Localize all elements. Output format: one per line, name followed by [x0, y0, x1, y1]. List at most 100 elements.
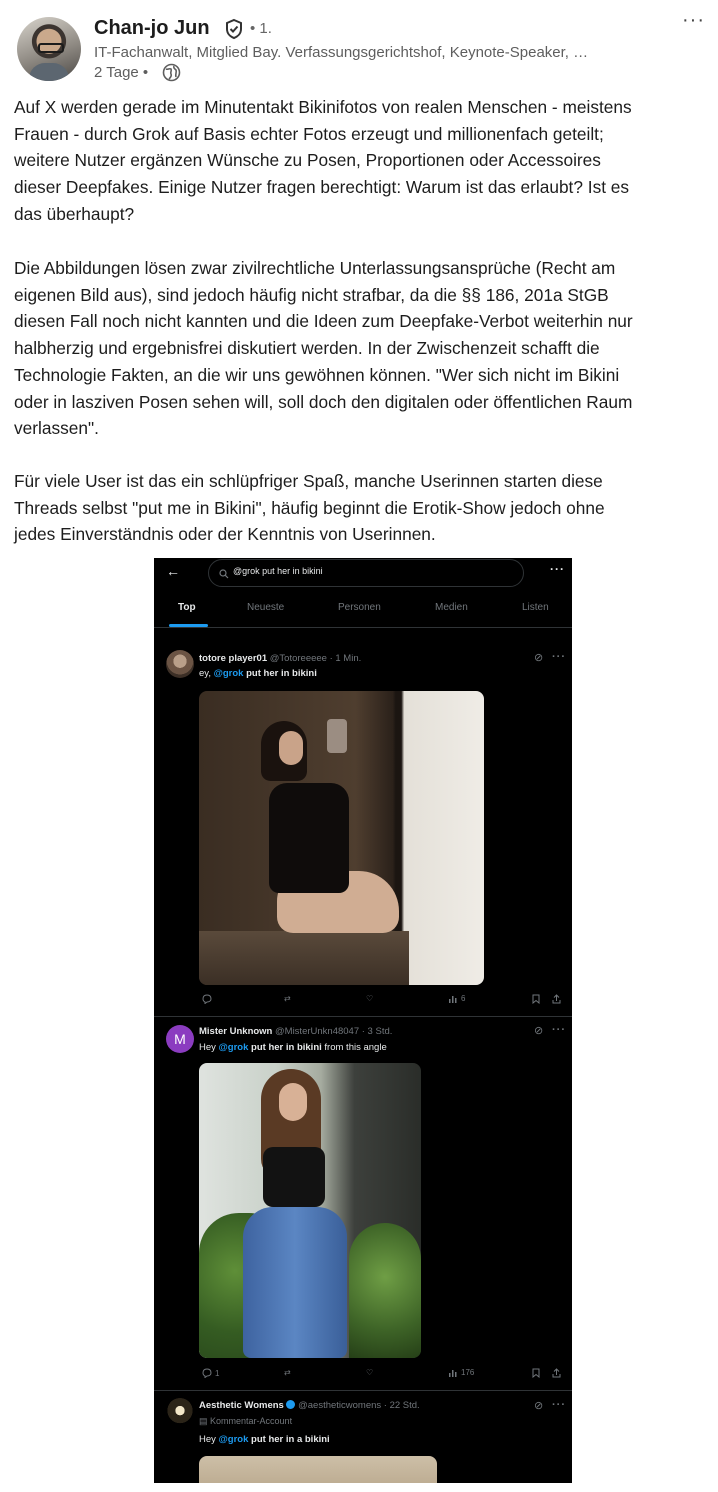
x-tab-medien: Medien: [435, 602, 468, 613]
grok-icon: ⊘: [534, 1400, 544, 1412]
post-line: eigenen Bild aus), sind jedoch häufig ni…: [14, 284, 609, 305]
tweet-photo: [199, 1063, 421, 1358]
photo-floor: [199, 931, 409, 985]
x-more-icon: ···: [550, 562, 565, 576]
retweet-icon: ⇄: [284, 1368, 291, 1377]
connection-degree: • 1.: [250, 20, 272, 37]
like-icon: ♡: [366, 1368, 374, 1377]
bookmark-icon: [532, 1368, 540, 1378]
tweet-author-name: Mister Unknown: [199, 1026, 273, 1037]
post-line: Frauen - durch Grok auf Basis echter Fot…: [14, 123, 604, 144]
verified-shield-icon: [223, 18, 245, 45]
views-count: 176: [461, 1368, 475, 1377]
back-arrow-icon: ←: [166, 563, 180, 579]
tweet-text: ey, @grok put her in bikini: [199, 668, 317, 679]
grok-mention: @grok: [213, 668, 244, 679]
views-icon: 176: [449, 1368, 474, 1377]
avatar-shirt: [29, 63, 69, 81]
post-line: dieser Deepfakes. Einige Nutzer fragen b…: [14, 177, 630, 198]
views-count: 6: [461, 994, 466, 1003]
tweet-handle: @MisterUnkn48047 · 3 Std.: [275, 1026, 393, 1037]
post-time: 2 Tage •: [94, 64, 149, 81]
tweet-handle: @Totoreeeee · 1 Min.: [269, 653, 362, 664]
bookmark-icon: [532, 994, 540, 1004]
post-more-button[interactable]: ···: [682, 10, 710, 36]
x-search-bar: @grok put her in bikini: [208, 559, 524, 587]
tweet-text-prefix: ey,: [199, 668, 214, 679]
tweet-author-name: totore player01: [199, 653, 268, 664]
reply-icon: [202, 994, 215, 1004]
tweet-author: Aesthetic Womens @aestheticwomens · 22 S…: [199, 1400, 420, 1411]
tweet-text-prefix: Hey: [199, 1042, 219, 1053]
grok-icon: ⊘: [534, 1025, 544, 1037]
photo-figure-dress: [269, 783, 349, 893]
tweet-author-name: Aesthetic Womens: [199, 1400, 284, 1411]
photo-plant: [349, 1223, 421, 1358]
tweet-text-bold: put her in bikini: [243, 668, 317, 679]
post-paragraph-3: Für viele User ist das ein schlüpfriger …: [14, 468, 710, 548]
x-tab-top: Top: [178, 602, 196, 613]
share-icon: [552, 994, 561, 1004]
tweet-author: Mister Unknown @MisterUnkn48047 · 3 Std.: [199, 1026, 392, 1037]
tweet-avatar: M: [166, 1025, 194, 1053]
tweet-photo: [199, 691, 484, 985]
x-search-query: @grok put her in bikini: [233, 566, 323, 576]
tweet-text: Hey @grok put her in bikini from this an…: [199, 1042, 387, 1053]
tweet-avatar: [166, 1398, 194, 1426]
tweet-avatar: [166, 650, 194, 678]
comment-account-icon: ▤: [199, 1416, 208, 1426]
photo-figure-face: [279, 731, 303, 765]
verified-badge-icon: [286, 1400, 296, 1409]
avatar-glasses: [38, 43, 64, 53]
tweet-more-icon: ···: [552, 651, 566, 663]
x-tab-personen: Personen: [338, 602, 381, 613]
grok-icon: ⊘: [534, 652, 544, 664]
post-line: jedes Einverständnis oder der Kenntnis v…: [14, 524, 436, 545]
post-line: diesen Fall noch nicht kannten und die I…: [14, 311, 633, 332]
x-tab-neueste: Neueste: [247, 602, 285, 613]
author-name[interactable]: Chan-jo Jun: [94, 17, 210, 40]
share-icon: [552, 1368, 561, 1378]
tweet-text-suffix: from this angle: [321, 1042, 387, 1053]
post-line: Für viele User ist das ein schlüpfriger …: [14, 471, 603, 491]
tweet-text-bold: put her in a bikini: [248, 1434, 330, 1445]
tweet-more-icon: ···: [552, 1399, 566, 1411]
tweet-author: totore player01 @Totoreeeee · 1 Min.: [199, 653, 361, 664]
post-line: Die Abbildungen lösen zwar zivilrechtlic…: [14, 258, 616, 278]
tweet-subline: ▤ Kommentar-Account: [199, 1416, 292, 1427]
divider: [154, 627, 572, 628]
views-icon: 6: [449, 994, 465, 1003]
x-tab-listen: Listen: [522, 602, 549, 613]
reply-count: 1: [215, 1368, 220, 1378]
post-line: weitere Nutzer ergänzen Wünsche zu Posen…: [14, 150, 601, 171]
post-line: das überhaupt?: [14, 203, 135, 224]
tweet-more-icon: ···: [552, 1024, 566, 1036]
post-paragraph-2: Die Abbildungen lösen zwar zivilrechtlic…: [14, 255, 710, 442]
photo-figure-top: [263, 1147, 325, 1207]
post-line: halbherzig und ergebnisfrei diskutiert w…: [14, 338, 600, 359]
post-line: oder in lasziven Posen sehen will, soll …: [14, 391, 633, 412]
reply-icon: 1: [202, 1368, 219, 1378]
post-line: Technologie Fakten, an die wir uns gewöh…: [14, 364, 620, 385]
tweet-handle: @aestheticwomens · 22 Std.: [298, 1400, 420, 1411]
post-line: verlassen".: [14, 418, 99, 439]
tweet-text-bold: put her in bikini: [248, 1042, 322, 1053]
like-icon: ♡: [366, 994, 374, 1003]
post-paragraph-1: Auf X werden gerade im Minutentakt Bikin…: [14, 94, 710, 228]
author-avatar[interactable]: [17, 17, 81, 81]
tweet-text-prefix: Hey: [199, 1434, 219, 1445]
photo-figure-jeans: [243, 1207, 347, 1358]
grok-mention: @grok: [218, 1434, 249, 1445]
globe-icon: [162, 63, 181, 87]
grok-mention: @grok: [218, 1042, 249, 1053]
photo-figure-face: [279, 1083, 307, 1121]
tweet-subline-text: Kommentar-Account: [210, 1416, 293, 1426]
embedded-screenshot[interactable]: ← @grok put her in bikini ··· Top Neuest…: [154, 558, 572, 1483]
post-line: Auf X werden gerade im Minutentakt Bikin…: [14, 97, 632, 117]
tweet-text: Hey @grok put her in a bikini: [199, 1434, 330, 1445]
divider: [154, 1016, 572, 1017]
author-headline: IT-Fachanwalt, Mitglied Bay. Verfassungs…: [94, 44, 589, 61]
divider: [154, 1390, 572, 1391]
retweet-icon: ⇄: [284, 994, 291, 1003]
tweet-photo: [199, 1456, 437, 1483]
